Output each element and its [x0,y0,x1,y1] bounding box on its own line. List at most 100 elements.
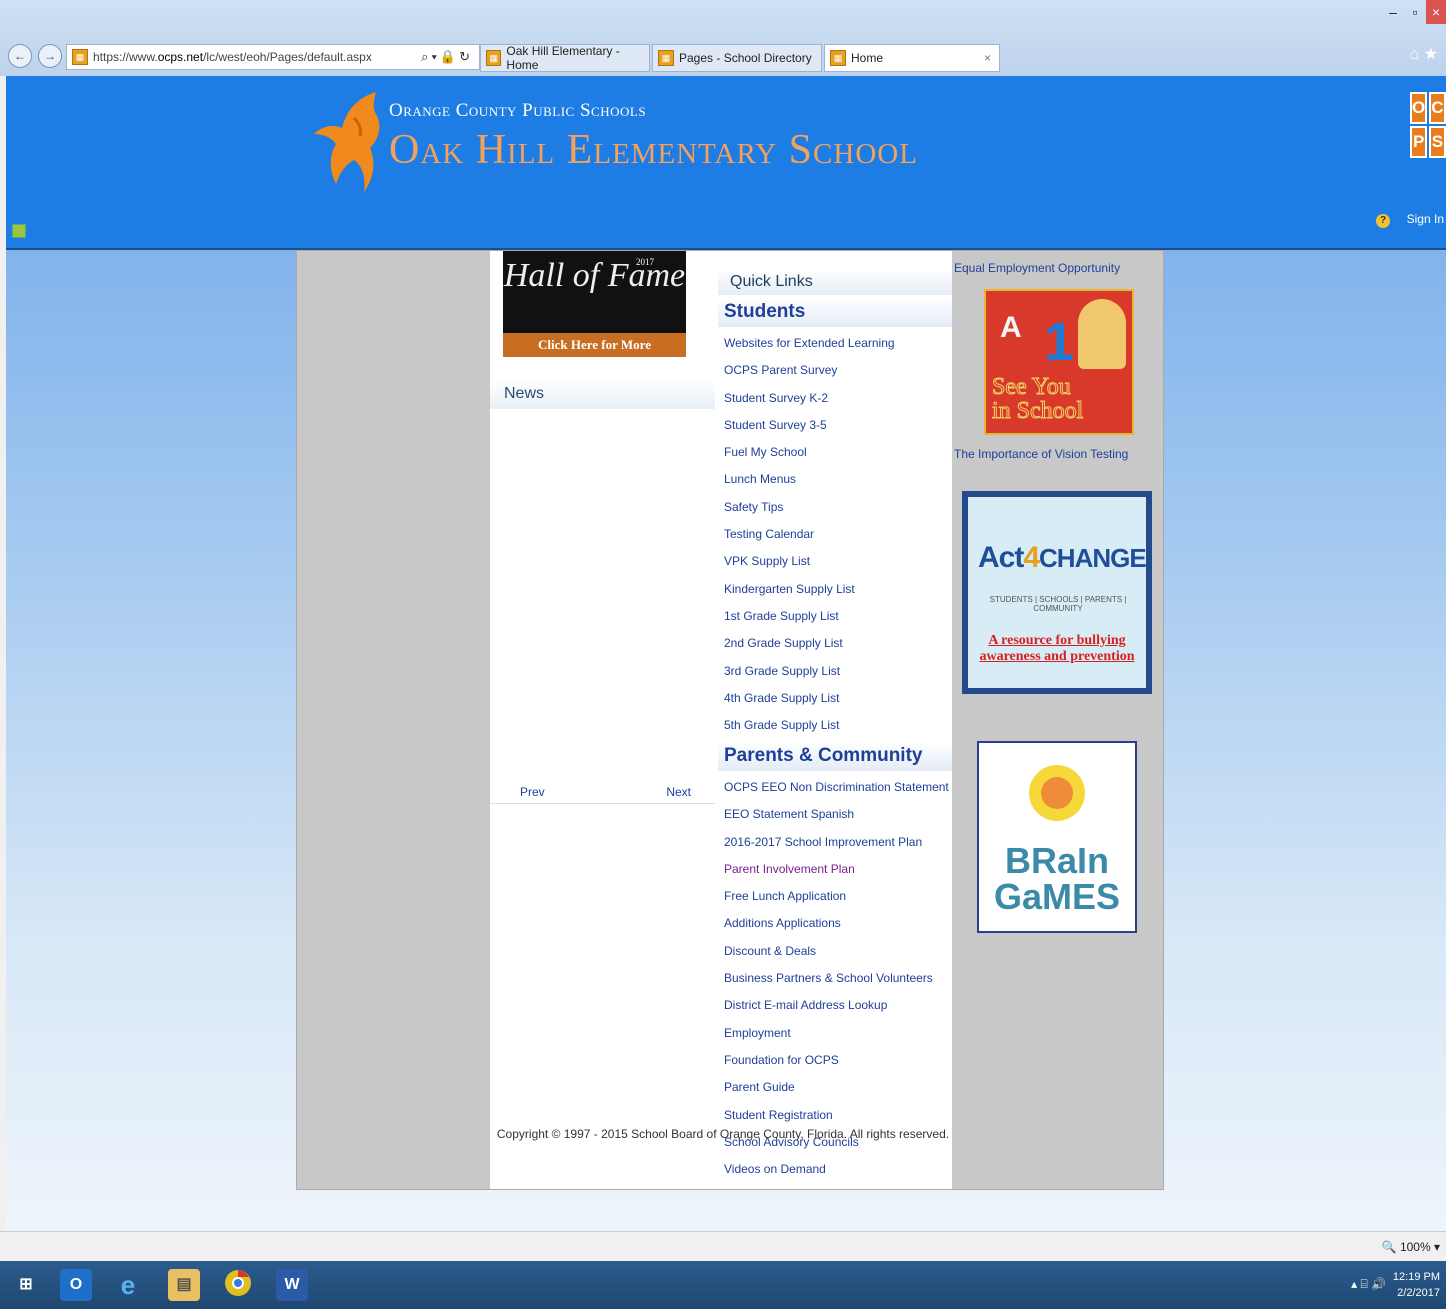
list-item[interactable]: Student Survey K-2 [724,390,895,417]
edit-page-icon[interactable] [12,224,26,238]
ocps-logo[interactable]: O C P S [1410,92,1446,158]
act4change-inner: Act4CHANGE STUDENTS | SCHOOLS | PARENTS … [968,497,1147,688]
brain-games-line2: GaMES [993,876,1121,917]
list-item[interactable]: Free Lunch Application [724,888,949,915]
see-you-line2: in School [991,398,1084,424]
students-heading: Students [718,297,952,327]
list-item[interactable]: Discount & Deals [724,943,949,970]
tab-favicon-icon: ▦ [658,50,674,66]
vision-testing-link[interactable]: The Importance of Vision Testing [954,447,1128,461]
list-item[interactable]: OCPS Parent Survey [724,362,895,389]
list-item[interactable]: 3rd Grade Supply List [724,663,895,690]
tab-favicon-icon: ▦ [830,50,846,66]
right-column: Equal Employment Opportunity A 1 See You… [952,251,1162,1189]
list-item[interactable]: EEO Statement Spanish [724,806,949,833]
clock-date: 2/2/2017 [1397,1287,1440,1299]
system-tray-icons[interactable]: ▴ ⌸ 🔊 [1351,1277,1386,1292]
tab-oak-hill-home[interactable]: ▦ Oak Hill Elementary - Home [480,44,650,72]
list-item[interactable]: 1st Grade Supply List [724,608,895,635]
main-layout: Hall of Fame 2017 Click Here for More In… [296,250,1164,1190]
list-item[interactable]: 2016-2017 School Improvement Plan [724,834,949,861]
hall-of-fame-banner[interactable]: Hall of Fame 2017 Click Here for More In… [503,251,686,376]
tab-close-icon[interactable]: × [984,51,991,65]
address-bar-icons[interactable]: ⌕▾🔒↻ [421,49,473,65]
news-next-link[interactable]: Next [666,785,691,799]
org-name: Orange County Public Schools [389,100,647,121]
act4change-banner[interactable]: Act4CHANGE STUDENTS | SCHOOLS | PARENTS … [962,491,1152,694]
back-button[interactable]: ← [8,44,32,68]
see-you-in-school-banner[interactable]: A 1 See You in School [984,289,1134,435]
list-item[interactable]: Safety Tips [724,499,895,526]
students-links: Websites for Extended Learning OCPS Pare… [724,335,895,744]
list-item[interactable]: District E-mail Address Lookup [724,997,949,1024]
chrome-icon[interactable] [222,1269,254,1301]
quick-links-column: Quick Links Students Websites for Extend… [718,251,952,1189]
brain-games-banner[interactable]: BRaIn GaMES [977,741,1137,933]
list-item[interactable]: Testing Calendar [724,526,895,553]
forward-button[interactable]: → [38,44,62,68]
tab-school-directory[interactable]: ▦ Pages - School Directory [652,44,822,72]
list-item[interactable]: Parent Guide [724,1079,949,1106]
clock[interactable]: 12:19 PM 2/2/2017 [1393,1269,1440,1301]
word-icon[interactable]: W [276,1269,308,1301]
brain-games-line1: BRaIn [1004,840,1109,881]
list-item[interactable]: Fuel My School [724,444,895,471]
sign-in-link[interactable]: Sign In [1407,212,1444,226]
list-item[interactable]: Websites for Extended Learning [724,335,895,362]
list-item[interactable]: Lunch Menus [724,471,895,498]
list-item[interactable]: Parent Involvement Plan [724,861,949,888]
list-item[interactable]: 2nd Grade Supply List [724,635,895,662]
address-bar[interactable]: ▦ https://www. ocps.net/lc/west/eoh/Pages… [66,44,480,70]
close-window-icon[interactable]: × [1426,0,1446,24]
eagle-logo-icon [314,92,380,192]
act4change-subtitle: STUDENTS | SCHOOLS | PARENTS | COMMUNITY [989,595,1127,613]
parents-heading: Parents & Community [718,741,952,771]
tab-label: Home [851,51,884,65]
brain-games-text: BRaIn GaMES [979,843,1135,915]
file-explorer-icon[interactable]: ▤ [168,1269,200,1301]
news-pager: Prev Next [490,779,715,804]
site-header: Orange County Public Schools Oak Hill El… [6,76,1446,250]
list-item[interactable]: Videos on Demand [724,1161,949,1188]
ocps-letter: O [1410,92,1428,124]
act4change-resource-link[interactable]: A resource for bullying awareness and pr… [972,633,1142,665]
list-item[interactable]: Business Partners & School Volunteers [724,970,949,997]
url-path: /lc/west/eoh/Pages/default.aspx [203,50,372,64]
url-domain: ocps.net [157,50,204,64]
outlook-icon[interactable]: O [60,1269,92,1301]
zoom-icon: 🔍 [1381,1240,1397,1254]
zoom-level[interactable]: 🔍 100% ▾ [1382,1240,1440,1254]
home-favorites-icons[interactable]: ⌂ ★ [1410,44,1438,64]
ocps-letter: P [1410,126,1428,158]
see-you-letter: A [1000,311,1022,344]
list-item[interactable]: OCPS EEO Non Discrimination Statement [724,779,949,806]
help-icon[interactable]: ? [1376,214,1390,228]
list-item[interactable]: Foundation for OCPS [724,1052,949,1079]
list-item[interactable]: 4th Grade Supply List [724,690,895,717]
ocps-letter: S [1429,126,1446,158]
school-name: Oak Hill Elementary School [389,127,918,173]
hall-of-fame-year: 2017 [636,257,654,267]
url-prefix: https://www. [93,50,158,64]
restore-icon[interactable]: ▫ [1404,0,1426,24]
cartoon-student-icon [1078,299,1126,369]
brain-icon [1041,777,1073,809]
internet-explorer-icon[interactable]: e [112,1269,144,1301]
site-favicon-icon: ▦ [72,49,88,65]
see-you-line1: See You [991,374,1071,400]
left-column: Hall of Fame 2017 Click Here for More In… [490,251,718,1189]
minimize-icon[interactable]: – [1382,0,1404,24]
hall-of-fame-cta[interactable]: Click Here for More Information [503,333,686,376]
tab-favicon-icon: ▦ [486,50,502,66]
eeo-link[interactable]: Equal Employment Opportunity [954,261,1120,275]
list-item[interactable]: VPK Supply List [724,553,895,580]
list-item[interactable]: Employment [724,1025,949,1052]
list-item[interactable]: Kindergarten Supply List [724,581,895,608]
browser-chrome: – ▫ × ← → ▦ https://www. ocps.net/lc/west… [0,0,1446,76]
tab-home[interactable]: ▦ Home × [824,44,1000,72]
list-item[interactable]: Student Survey 3-5 [724,417,895,444]
list-item[interactable]: Additions Applications [724,915,949,942]
windows-start-icon[interactable]: ⊞ [10,1269,42,1301]
news-prev-link[interactable]: Prev [520,785,545,799]
act4change-logo-a: Act [978,541,1024,574]
